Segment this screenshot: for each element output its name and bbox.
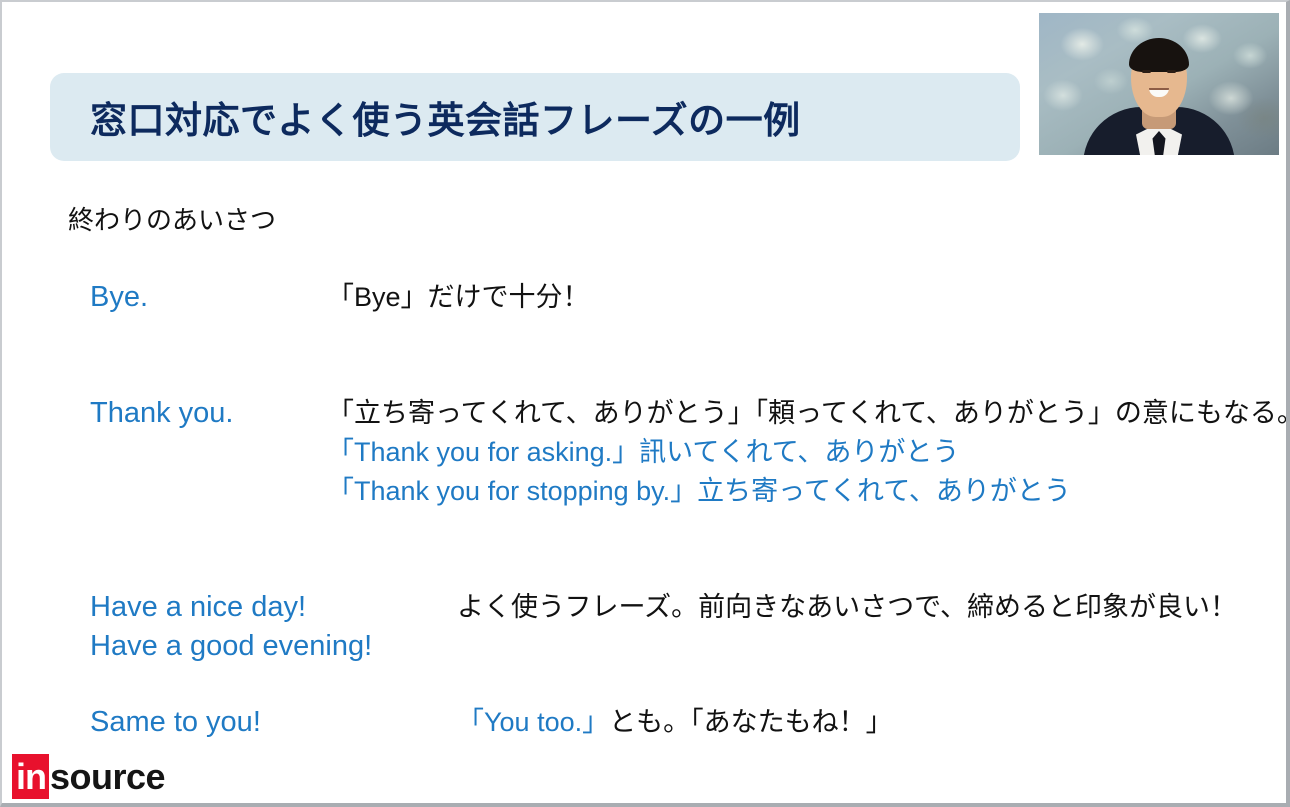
description-line: よく使うフレーズ。前向きなあいさつで、締めると印象が良い！ xyxy=(457,592,1238,622)
presenter-eye-right xyxy=(1167,70,1176,73)
description-line: 「Thank you for stopping by.」立ち寄ってくれて、ありが… xyxy=(327,476,1071,506)
logo-word-source: source xyxy=(50,756,166,797)
phrase-description-same-to-you: 「You too.」とも。「あなたもね！」 xyxy=(457,703,893,742)
phrase-description-have-a-nice-day: よく使うフレーズ。前向きなあいさつで、締めると印象が良い！ xyxy=(457,588,1237,627)
phrase-description-bye: 「Bye」だけで十分！ xyxy=(327,278,590,317)
slide-title-banner: 窓口対応でよく使う英会話フレーズの一例 xyxy=(50,73,1020,161)
logo-mark-in: in xyxy=(12,754,49,799)
phrase-description-thank-you: 「立ち寄ってくれて、ありがとう」「頼ってくれて、ありがとう」の意にもなる。 「T… xyxy=(327,394,1290,511)
slide-title: 窓口対応でよく使う英会話フレーズの一例 xyxy=(90,100,801,141)
phrase-label-bye: Bye. xyxy=(90,281,149,313)
section-heading: 終わりのあいさつ xyxy=(68,205,277,235)
description-segment-note: とも。「あなたもね！」 xyxy=(609,707,893,737)
description-segment-quote: 「You too.」 xyxy=(457,707,610,737)
description-line: 「Thank you for asking.」訊いてくれて、ありがとう xyxy=(327,437,960,467)
insource-logo: in source xyxy=(12,754,166,799)
presentation-slide: 窓口対応でよく使う英会話フレーズの一例 終わりのあいさつ Bye. 「Bye」だ… xyxy=(0,0,1290,807)
phrase-label-have-a-nice-day: Have a nice day! Have a good evening! xyxy=(90,588,372,666)
presenter-video-thumbnail[interactable] xyxy=(1039,13,1279,155)
phrase-label-same-to-you: Same to you! xyxy=(90,706,261,738)
phrase-label-thank-you: Thank you. xyxy=(90,397,234,429)
description-line: 「Bye」だけで十分！ xyxy=(327,282,590,312)
phrase-line-1: Have a nice day! xyxy=(90,591,307,623)
description-line: 「立ち寄ってくれて、ありがとう」「頼ってくれて、ありがとう」の意にもなる。 xyxy=(327,398,1290,428)
presenter-eye-left xyxy=(1142,70,1151,73)
phrase-line-2: Have a good evening! xyxy=(90,630,373,662)
description-line: 「You too.」とも。「あなたもね！」 xyxy=(457,703,893,742)
